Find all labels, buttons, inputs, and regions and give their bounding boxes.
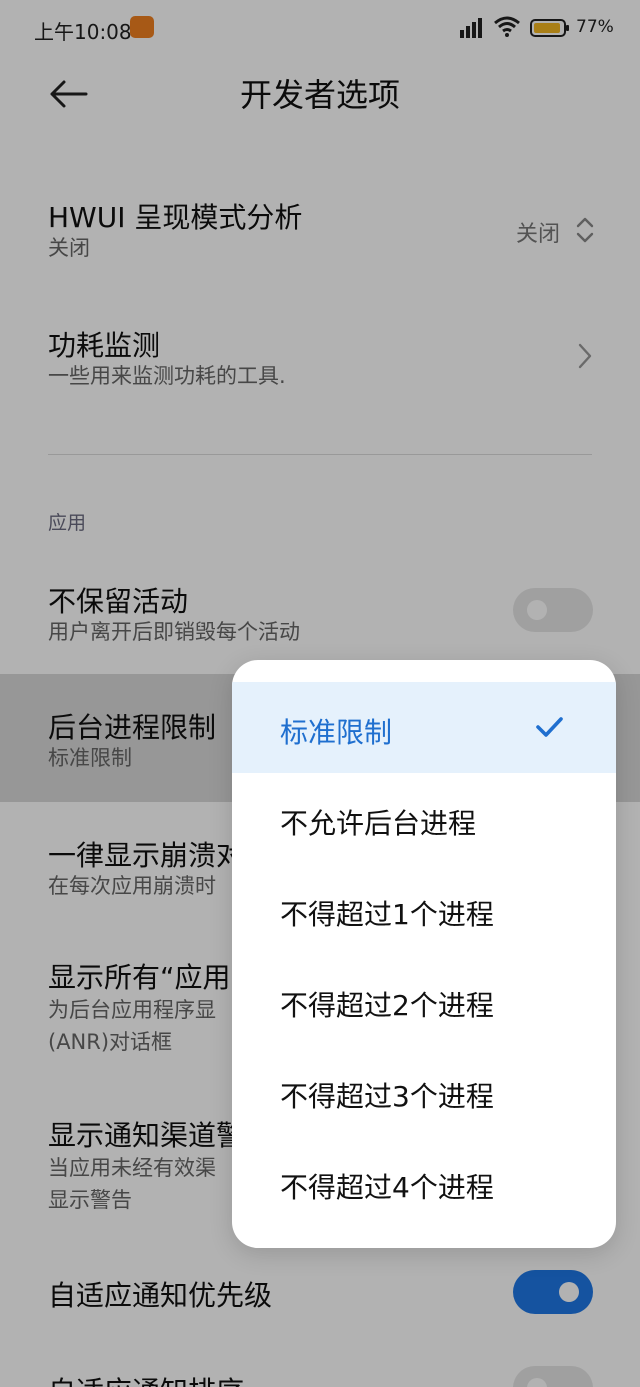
menu-option-max-3[interactable]: 不得超过3个进程 — [232, 1046, 616, 1137]
menu-option-standard-limit[interactable]: 标准限制 — [232, 682, 616, 773]
menu-option-max-4[interactable]: 不得超过4个进程 — [232, 1137, 616, 1228]
bg-process-limit-menu: 标准限制 不允许后台进程 不得超过1个进程 不得超过2个进程 不得超过3个进程 … — [232, 660, 616, 1248]
developer-options-screen: 上午10:08 77% 开发者选项 HWUI 呈现模式分析 关闭 关闭 功耗监测… — [0, 0, 640, 1387]
option-label: 不得超过1个进程 — [280, 898, 494, 931]
option-label: 不得超过4个进程 — [280, 1171, 494, 1204]
menu-option-max-1[interactable]: 不得超过1个进程 — [232, 864, 616, 955]
option-label: 标准限制 — [280, 716, 393, 749]
menu-option-max-2[interactable]: 不得超过2个进程 — [232, 955, 616, 1046]
option-label: 不得超过2个进程 — [280, 989, 494, 1022]
option-label: 不允许后台进程 — [280, 807, 477, 840]
checkmark-icon — [536, 717, 563, 737]
option-label: 不得超过3个进程 — [280, 1080, 494, 1113]
menu-option-no-background[interactable]: 不允许后台进程 — [232, 773, 616, 864]
